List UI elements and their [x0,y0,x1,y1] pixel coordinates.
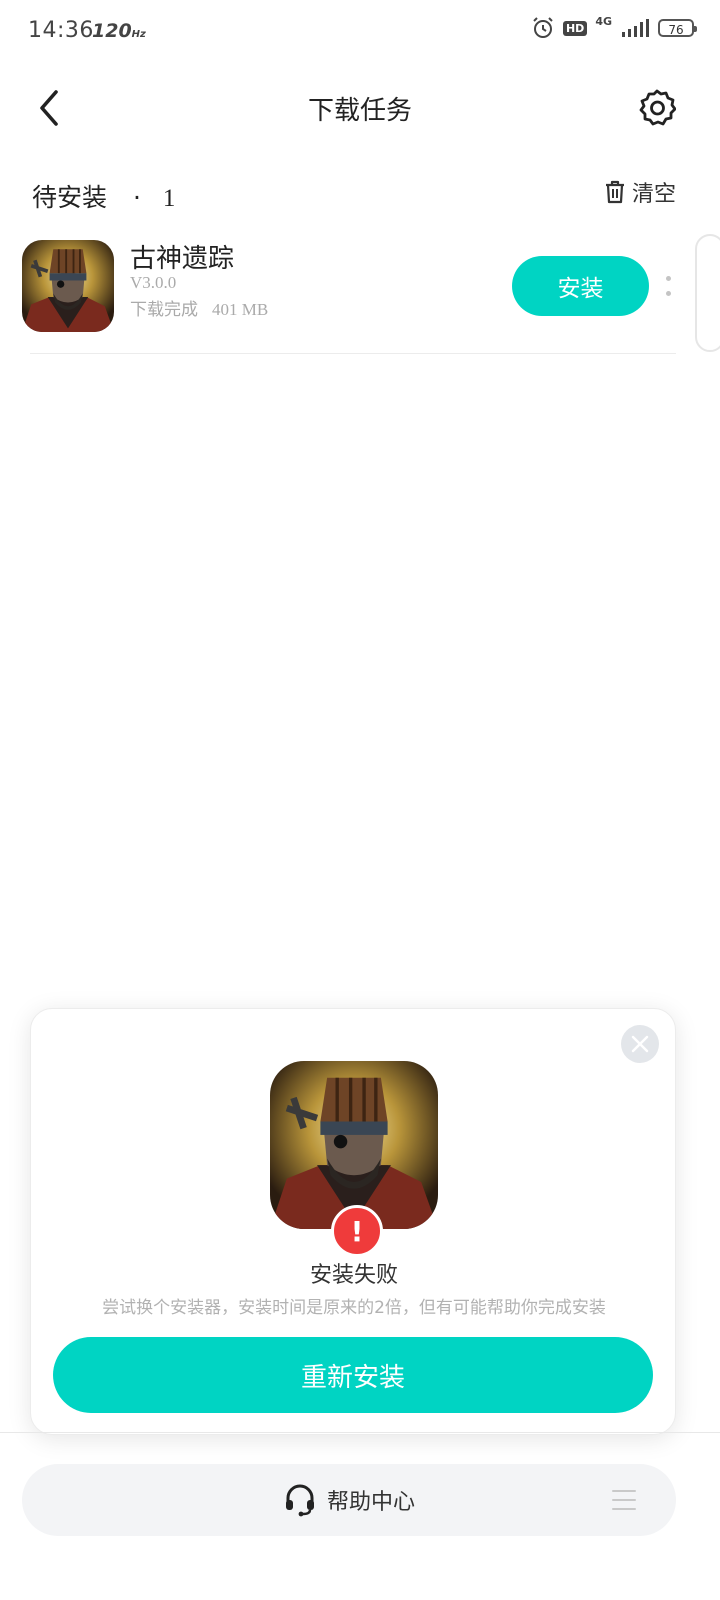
hd-badge: HD [562,20,588,36]
clear-label: 清空 [631,182,676,207]
status-text: 下载完成 [130,300,198,320]
install-button[interactable]: 安装 [512,256,649,316]
clear-button[interactable]: 清空 [604,176,676,208]
section-label: 待安装 [32,183,108,212]
help-center-label: 帮助中心 [326,1490,415,1515]
divider [30,353,676,354]
gear-icon [639,89,677,126]
status-time: 14:36 [28,18,94,43]
app-icon[interactable] [22,240,114,332]
signal-icon [622,19,649,37]
file-size: 401 MB [212,300,269,319]
dialog-app-icon [270,1061,438,1229]
settings-button[interactable] [638,88,677,126]
game-character-icon [270,1061,438,1229]
pending-count: 1 [162,185,176,212]
section-separator: · [132,183,141,212]
help-bar: 帮助中心 [22,1464,676,1536]
app-version: V3.0.0 [130,273,177,292]
error-alert-icon: ! [331,1205,383,1257]
refresh-rate-indicator: 120Hz [92,20,146,42]
dialog-title: 安装失败 [309,1263,398,1288]
reinstall-button[interactable]: 重新安装 [53,1337,653,1413]
download-status: 下载完成 401 MB [130,295,268,320]
dialog-description: 尝试换个安装器，安装时间是原来的2倍，但有可能帮助你完成安装 [102,1298,606,1318]
app-name: 古神遗踪 [130,244,235,274]
edge-panel-handle[interactable] [695,234,720,352]
status-icons: HD 4G 76 [531,14,697,40]
page-title: 下载任务 [307,96,412,126]
headset-icon [285,1484,314,1517]
network-type: 4G [595,14,612,28]
install-failed-dialog: ! 安装失败 尝试换个安装器，安装时间是原来的2倍，但有可能帮助你完成安装 重新… [30,1008,676,1435]
trash-icon [605,180,624,204]
bottom-divider [0,1432,720,1433]
more-options-icon[interactable] [664,276,672,296]
game-character-icon [22,240,114,332]
section-title: 待安装 · 1 [32,178,175,214]
help-center-button[interactable]: 帮助中心 [22,1464,676,1536]
alarm-icon [533,17,553,38]
close-icon [631,1035,649,1053]
menu-icon[interactable] [612,1490,636,1510]
dialog-close-button[interactable] [621,1025,659,1063]
battery-indicator: 76 [658,19,697,37]
